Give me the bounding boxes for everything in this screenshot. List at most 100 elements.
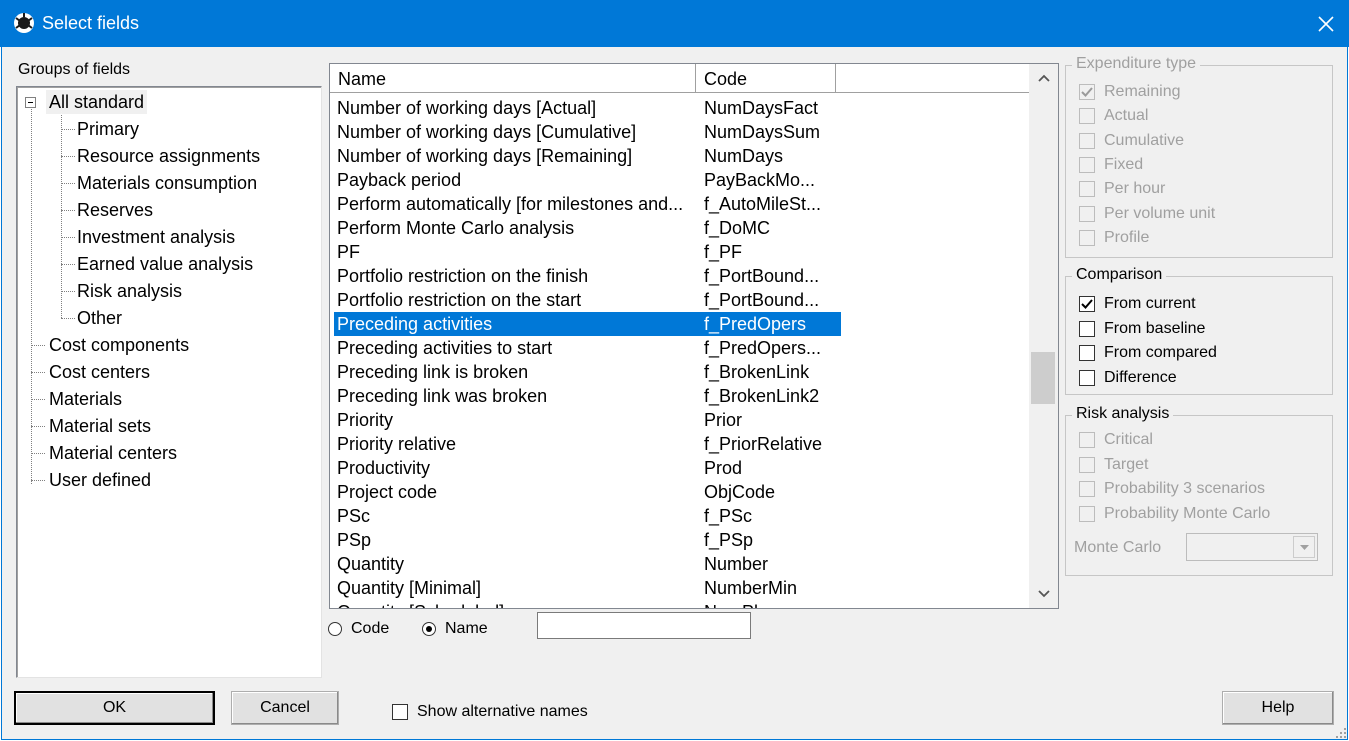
column-header-code[interactable]: Code	[696, 64, 836, 92]
table-row[interactable]: Productivity Prod	[330, 456, 1030, 480]
collapse-icon[interactable]	[25, 97, 36, 108]
fixed-checkbox[interactable]	[1079, 156, 1095, 173]
tree-item-cost-centers[interactable]: Cost centers	[49, 360, 150, 384]
table-row[interactable]: Number of working days [Remaining] NumDay…	[330, 144, 1030, 168]
table-row[interactable]: Preceding link is broken f_BrokenLink	[330, 360, 1030, 384]
per-hour-label[interactable]: Per hour	[1104, 180, 1165, 198]
table-row[interactable]: Quantity Number	[330, 552, 1030, 576]
tree-item-user-defined[interactable]: User defined	[49, 468, 151, 492]
actual-checkbox[interactable]	[1079, 108, 1095, 125]
fixed-label[interactable]: Fixed	[1104, 156, 1143, 174]
cell-code: Number	[704, 554, 769, 574]
table-row[interactable]: Preceding activities to start f_PredOpers…	[330, 336, 1030, 360]
tree-item-cost-components[interactable]: Cost components	[49, 333, 189, 357]
tree-item-other[interactable]: Other	[77, 306, 122, 330]
resize-grip-icon[interactable]	[1333, 725, 1347, 739]
tree-item-investment-analysis[interactable]: Investment analysis	[77, 225, 235, 249]
close-button[interactable]	[1302, 0, 1349, 47]
per-hour-checkbox[interactable]	[1079, 181, 1095, 198]
actual-label[interactable]: Actual	[1104, 107, 1148, 125]
difference-checkbox[interactable]	[1079, 370, 1095, 387]
remaining-checkbox[interactable]	[1079, 84, 1095, 100]
list-scrollbar[interactable]	[1029, 64, 1058, 608]
critical-checkbox[interactable]	[1079, 432, 1095, 448]
probability-monte-carlo-label[interactable]: Probability Monte Carlo	[1104, 505, 1270, 523]
show-alternative-names-checkbox[interactable]	[392, 704, 408, 720]
from-compared-label[interactable]: From compared	[1104, 344, 1217, 362]
target-checkbox[interactable]	[1079, 456, 1095, 473]
critical-label[interactable]: Critical	[1104, 431, 1153, 449]
table-row[interactable]: Quantity [Minimal] NumberMin	[330, 576, 1030, 600]
monte-carlo-dropdown-button[interactable]	[1293, 536, 1315, 558]
table-row[interactable]: Portfolio restriction on the finish f_Por…	[330, 264, 1030, 288]
tree-connector	[61, 111, 62, 318]
target-label[interactable]: Target	[1104, 456, 1148, 474]
difference-label[interactable]: Difference	[1104, 369, 1177, 387]
ok-button[interactable]: OK	[14, 691, 215, 725]
table-row[interactable]: Priority relative f_PriorRelative	[330, 432, 1030, 456]
from-baseline-label[interactable]: From baseline	[1104, 320, 1205, 338]
comparison-legend: Comparison	[1072, 266, 1167, 284]
cell-code: ObjCode	[704, 482, 776, 502]
probability-monte-carlo-checkbox[interactable]	[1079, 505, 1095, 522]
scroll-up-button[interactable]	[1029, 64, 1058, 92]
probability-3-scenarios-label[interactable]: Probability 3 scenarios	[1104, 480, 1265, 498]
table-row[interactable]: Quantity [Scheduled] NumPlan	[330, 600, 1030, 608]
monte-carlo-select[interactable]	[1186, 533, 1318, 561]
show-alternative-names-label[interactable]: Show alternative names	[417, 703, 588, 721]
table-row[interactable]: Portfolio restriction on the start f_Port…	[330, 288, 1030, 312]
code-radio[interactable]	[328, 622, 342, 636]
table-row[interactable]: PF f_PF	[330, 240, 1030, 264]
table-row[interactable]: Payback period PayBackMo...	[330, 168, 1030, 192]
table-row[interactable]: Perform Monte Carlo analysis f_DoMC	[330, 216, 1030, 240]
table-row[interactable]: Number of working days [Cumulative] NumDa…	[330, 120, 1030, 144]
checkmark-icon	[1081, 299, 1093, 309]
cell-code: f_AutoMileSt...	[704, 194, 822, 214]
tree-item-material-centers[interactable]: Material centers	[49, 441, 177, 465]
table-row[interactable]: Perform automatically [for milestones an…	[330, 192, 1030, 216]
table-row[interactable]: Priority Prior	[330, 408, 1030, 432]
scroll-thumb[interactable]	[1031, 352, 1055, 404]
table-row[interactable]: Number of working days [Actual] NumDaysFa…	[330, 96, 1030, 120]
from-current-checkbox[interactable]	[1079, 296, 1095, 312]
from-compared-checkbox[interactable]	[1079, 345, 1095, 362]
help-button[interactable]: Help	[1222, 691, 1334, 725]
tree-item-materials-consumption[interactable]: Materials consumption	[77, 171, 257, 195]
cell-code: NumDaysFact	[704, 98, 819, 118]
tree-item-all-standard[interactable]: All standard	[46, 90, 148, 114]
tree-item-risk-analysis[interactable]: Risk analysis	[77, 279, 182, 303]
groups-tree[interactable]: All standard Primary Resource assignment…	[16, 86, 322, 678]
table-row[interactable]: Project code ObjCode	[330, 480, 1030, 504]
tree-item-resource-assignments[interactable]: Resource assignments	[77, 144, 260, 168]
list-header: Name Code	[330, 64, 1030, 93]
name-radio-label[interactable]: Name	[445, 620, 488, 638]
search-input[interactable]	[537, 612, 751, 639]
tree-item-reserves[interactable]: Reserves	[77, 198, 153, 222]
tree-item-materials[interactable]: Materials	[49, 387, 122, 411]
from-baseline-checkbox[interactable]	[1079, 320, 1095, 337]
per-volume-unit-label[interactable]: Per volume unit	[1104, 205, 1215, 223]
tree-item-material-sets[interactable]: Material sets	[49, 414, 151, 438]
code-radio-label[interactable]: Code	[351, 620, 389, 638]
cumulative-label[interactable]: Cumulative	[1104, 132, 1184, 150]
name-radio[interactable]	[422, 622, 436, 636]
tree-item-earned-value-analysis[interactable]: Earned value analysis	[77, 252, 253, 276]
tree-item-primary[interactable]: Primary	[77, 117, 139, 141]
groups-label: Groups of fields	[18, 61, 131, 78]
profile-label[interactable]: Profile	[1104, 229, 1149, 247]
cumulative-checkbox[interactable]	[1079, 132, 1095, 149]
scroll-down-button[interactable]	[1029, 580, 1058, 608]
table-row[interactable]: Preceding activities f_PredOpers	[334, 312, 841, 336]
from-current-label[interactable]: From current	[1104, 295, 1196, 313]
profile-checkbox[interactable]	[1079, 229, 1095, 246]
column-header-name[interactable]: Name	[330, 64, 696, 92]
per-volume-unit-checkbox[interactable]	[1079, 205, 1095, 222]
table-row[interactable]: Preceding link was broken f_BrokenLink2	[330, 384, 1030, 408]
cancel-button[interactable]: Cancel	[231, 691, 339, 725]
probability-3-scenarios-checkbox[interactable]	[1079, 481, 1095, 497]
close-icon	[1317, 15, 1334, 32]
remaining-label[interactable]: Remaining	[1104, 83, 1180, 101]
table-row[interactable]: PSp f_PSp	[330, 528, 1030, 552]
fields-list[interactable]: Name Code Number of working days [Actual…	[329, 63, 1059, 609]
table-row[interactable]: PSc f_PSc	[330, 504, 1030, 528]
